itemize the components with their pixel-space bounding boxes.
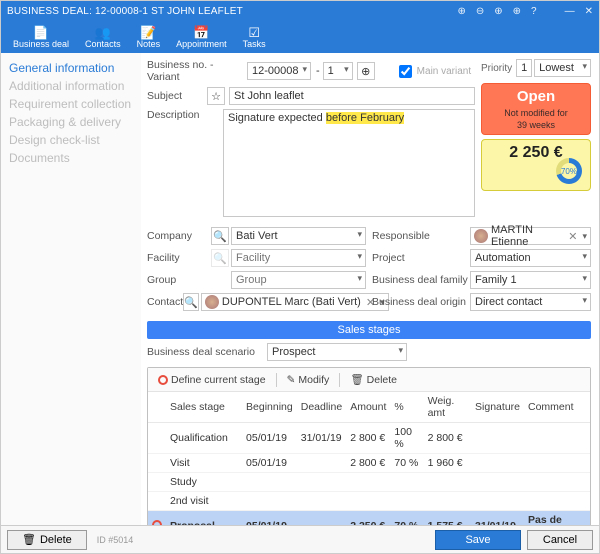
add-variant-button[interactable]: ⊕ <box>357 62 375 80</box>
label-group: Group <box>147 274 211 286</box>
window-title: BUSINESS DEAL: 12-00008-1 ST JOHN LEAFLE… <box>7 6 457 17</box>
stages-card: Define current stage ✎Modify 🗑Delete Sal… <box>147 367 591 525</box>
cancel-button[interactable]: Cancel <box>527 530 593 550</box>
save-button[interactable]: Save <box>435 530 521 550</box>
label-description: Description <box>147 109 223 121</box>
body: General informationAdditional informatio… <box>1 53 599 525</box>
toolbar-contacts[interactable]: 👥Contacts <box>77 21 129 53</box>
label-company: Company <box>147 230 211 242</box>
contact-search-icon[interactable]: 🔍 <box>183 293 199 311</box>
trash-icon: 🗑 <box>22 533 36 546</box>
app-window: BUSINESS DEAL: 12-00008-1 ST JOHN LEAFLE… <box>0 0 600 554</box>
stages-toolbar: Define current stage ✎Modify 🗑Delete <box>148 368 590 392</box>
company-search-icon[interactable]: 🔍 <box>211 227 229 245</box>
contacts-icon: 👥 <box>95 26 111 39</box>
nav-last-icon[interactable]: ⊕ <box>513 6 521 17</box>
contact-name: DUPONTEL Marc (Bati Vert) <box>222 296 361 308</box>
help-icon[interactable]: ? <box>531 6 537 17</box>
sidenav-item[interactable]: General information <box>9 59 133 77</box>
contact-avatar-icon <box>205 295 219 309</box>
status-state: Open <box>484 88 588 106</box>
company-input[interactable] <box>231 227 366 245</box>
label-family: Business deal family <box>372 274 470 286</box>
family-select[interactable] <box>470 271 591 289</box>
table-row[interactable]: Proposal 05/01/19 2 250 € 70 % 1 575 € 3… <box>148 511 590 526</box>
main-toolbar: 📄Business deal👥Contacts📝Notes📅Appointmen… <box>1 21 599 53</box>
label-origin: Business deal origin <box>372 296 470 308</box>
nav-next-icon[interactable]: ⊕ <box>494 6 502 17</box>
label-facility: Facility <box>147 252 211 264</box>
main-variant-label: Main variant <box>417 66 471 77</box>
sidenav-item[interactable]: Additional information <box>9 77 133 95</box>
nav-first-icon[interactable]: ⊕ <box>457 6 465 17</box>
table-row[interactable]: Visit 05/01/19 2 800 € 70 % 1 960 € <box>148 454 590 473</box>
variant-input[interactable] <box>323 62 353 80</box>
label-scenario: Business deal scenario <box>147 346 267 358</box>
record-id: ID #5014 <box>97 535 134 545</box>
title-bar: BUSINESS DEAL: 12-00008-1 ST JOHN LEAFLE… <box>1 1 599 21</box>
label-project: Project <box>372 252 470 264</box>
status-card: Open Not modified for 39 weeks <box>481 83 591 135</box>
description-textarea[interactable]: Signature expected before February <box>223 109 475 217</box>
label-contact: Contact <box>147 296 183 308</box>
responsible-chip[interactable]: MARTIN Etienne ✕ ▾ <box>470 227 591 245</box>
table-row[interactable]: Qualification 05/01/19 31/01/19 2 800 € … <box>148 423 590 454</box>
toolbar-business-deal[interactable]: 📄Business deal <box>5 21 77 53</box>
main-variant-checkbox[interactable] <box>399 65 412 78</box>
group-input[interactable] <box>231 271 366 289</box>
status-note1: Not modified for <box>484 108 588 118</box>
bottom-bar: 🗑Delete ID #5014 Save Cancel <box>1 525 599 553</box>
subject-input[interactable] <box>229 87 475 105</box>
sales-stages-header: Sales stages <box>147 321 591 339</box>
business-deal-icon: 📄 <box>33 26 49 39</box>
label-priority: Priority <box>481 63 512 74</box>
amount-card: 2 250 € 70% <box>481 139 591 191</box>
label-business-no: Business no. - Variant <box>147 59 247 83</box>
trash-icon: 🗑 <box>350 373 363 386</box>
modify-button[interactable]: ✎Modify <box>281 372 336 388</box>
priority-num[interactable] <box>516 59 532 77</box>
delete-stage-button[interactable]: 🗑Delete <box>344 371 403 388</box>
notes-icon: 📝 <box>140 26 156 39</box>
toolbar-appointment[interactable]: 📅Appointment <box>168 21 235 53</box>
minimize-icon[interactable]: — <box>565 6 575 17</box>
priority-select[interactable] <box>534 59 591 77</box>
responsible-name: MARTIN Etienne <box>491 224 563 248</box>
status-note2: 39 weeks <box>484 120 588 130</box>
define-stage-button[interactable]: Define current stage <box>152 372 272 388</box>
responsible-clear-icon[interactable]: ✕ <box>566 230 579 243</box>
toolbar-notes[interactable]: 📝Notes <box>129 21 169 53</box>
progress-donut-icon: 70% <box>556 158 582 184</box>
responsible-avatar-icon <box>474 229 488 243</box>
main-panel: Business no. - Variant - ⊕ Main va <box>141 53 599 525</box>
main-scroll[interactable]: Business no. - Variant - ⊕ Main va <box>141 53 599 525</box>
window-controls: ⊕ ⊖ ⊕ ⊕ ? — ✕ <box>457 6 593 17</box>
tasks-icon: ☑ <box>248 26 260 39</box>
facility-input[interactable] <box>231 249 366 267</box>
facility-search-icon[interactable]: 🔍 <box>211 249 229 267</box>
sidenav-item[interactable]: Requirement collection <box>9 95 133 113</box>
contact-chip[interactable]: DUPONTEL Marc (Bati Vert) ✕ ▾ <box>201 293 389 311</box>
table-row[interactable]: Study <box>148 473 590 492</box>
business-no-input[interactable] <box>247 62 311 80</box>
table-row[interactable]: 2nd visit <box>148 492 590 511</box>
pencil-icon: ✎ <box>287 374 296 386</box>
label-subject: Subject <box>147 90 207 102</box>
sidenav-item[interactable]: Documents <box>9 149 133 167</box>
stages-table: Sales stage Beginning Deadline Amount % … <box>148 392 590 525</box>
label-responsible: Responsible <box>372 230 470 242</box>
origin-select[interactable] <box>470 293 591 311</box>
scenario-select[interactable] <box>267 343 407 361</box>
favorite-star-icon[interactable]: ☆ <box>207 87 225 105</box>
delete-button[interactable]: 🗑Delete <box>7 530 87 550</box>
appointment-icon: 📅 <box>193 26 209 39</box>
project-select[interactable] <box>470 249 591 267</box>
close-icon[interactable]: ✕ <box>585 6 593 17</box>
nav-prev-icon[interactable]: ⊖ <box>476 6 484 17</box>
table-header-row: Sales stage Beginning Deadline Amount % … <box>148 392 590 423</box>
toolbar-tasks[interactable]: ☑Tasks <box>235 21 274 53</box>
sidenav-item[interactable]: Design check-list <box>9 131 133 149</box>
sidenav-item[interactable]: Packaging & delivery <box>9 113 133 131</box>
side-nav: General informationAdditional informatio… <box>1 53 141 525</box>
